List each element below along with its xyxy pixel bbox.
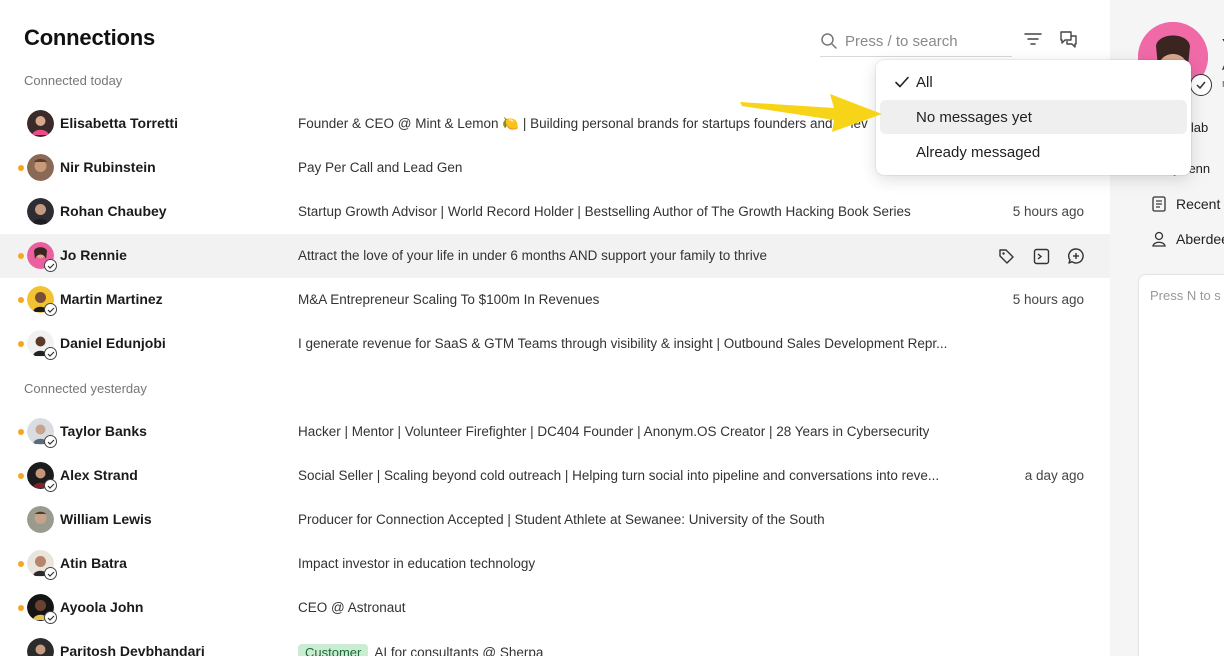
filter-option-label: No messages yet [916,108,1032,126]
connection-name: William Lewis [60,511,152,527]
avatar [27,550,57,580]
connection-headline: M&A Entrepreneur Scaling To $100m In Rev… [298,292,600,307]
connection-name: Atin Batra [60,555,127,571]
connection-headline: Attract the love of your life in under 6… [298,248,767,263]
connection-row[interactable]: Martin Martinez M&A Entrepreneur Scaling… [0,278,1110,322]
avatar [27,242,57,272]
connection-name: Martin Martinez [60,291,163,307]
unread-dot [18,165,24,171]
connection-time: 5 hours ago [1012,292,1084,307]
connection-row[interactable]: Ayoola John CEO @ Astronaut [0,586,1110,630]
filter-option-label: All [916,73,933,91]
filter-option-no-messages[interactable]: No messages yet [880,100,1187,134]
note-placeholder: Press N to s [1150,288,1221,303]
filter-option-label: Already messaged [916,143,1041,161]
connection-headline-text: AI for consultants @ Sherpa [374,645,544,656]
connection-name: Nir Rubinstein [60,159,156,175]
connection-name: Alex Strand [60,467,138,483]
conversations-icon[interactable] [1058,29,1078,49]
avatar [27,506,54,533]
check-icon [894,74,910,90]
annotation-arrow [740,94,882,132]
search-input[interactable] [845,32,1005,50]
avatar [27,330,57,360]
filter-option-already-messaged[interactable]: Already messaged [880,135,1187,169]
note-input[interactable]: Press N to s [1138,274,1224,656]
avatar [27,154,54,181]
unread-dot [18,253,24,259]
verified-check-icon [44,611,57,624]
filter-option-all[interactable]: All [880,65,1187,99]
unread-dot [18,561,24,567]
connection-name: Paritosh Devbhandari [60,643,205,656]
tag-icon[interactable] [996,246,1016,266]
unread-dot [18,605,24,611]
unread-dot [18,473,24,479]
connection-name: Rohan Chaubey [60,203,167,219]
avatar [27,418,57,448]
verified-check-icon [44,303,57,316]
filter-dropdown: All No messages yet Already messaged [876,60,1191,175]
unread-dot [18,429,24,435]
search-box[interactable] [820,26,1012,57]
connection-headline: Startup Growth Advisor | World Record Ho… [298,204,911,219]
connection-headline: Producer for Connection Accepted | Stude… [298,512,825,527]
profile-location: Aberdee [1176,231,1224,247]
connection-headline: Pay Per Call and Lead Gen [298,160,463,175]
avatar [27,462,57,492]
connection-name: Taylor Banks [60,423,147,439]
connection-row[interactable]: Taylor Banks Hacker | Mentor | Volunteer… [0,410,1110,454]
row-actions [996,246,1086,266]
page-title: Connections [24,25,156,50]
connection-headline: CEO @ Astronaut [298,600,406,615]
connection-row[interactable]: Alex Strand Social Seller | Scaling beyo… [0,454,1110,498]
verified-check-icon [44,479,57,492]
terminal-icon[interactable] [1031,246,1051,266]
connection-row[interactable]: Paritosh Devbhandari Customer AI for cons… [0,630,1110,656]
connection-name: Ayoola John [60,599,144,615]
avatar [27,110,54,137]
avatar [27,286,57,316]
connection-headline: Customer AI for consultants @ Sherpa [298,644,543,656]
unread-dot [18,297,24,303]
avatar [27,198,54,225]
profile-recent: Recent [1176,196,1221,212]
connection-row[interactable]: Rohan Chaubey Startup Growth Advisor | W… [0,190,1110,234]
connection-headline: Social Seller | Scaling beyond cold outr… [298,468,940,483]
recent-activity-icon [1150,195,1168,213]
connection-headline: Impact investor in education technology [298,556,536,571]
section-connected-yesterday: Connected yesterday [24,381,147,396]
connection-row[interactable]: Daniel Edunjobi I generate revenue for S… [0,322,1110,366]
connection-headline: I generate revenue for SaaS & GTM Teams … [298,336,948,351]
filter-icon[interactable] [1023,29,1043,49]
avatar [27,638,54,656]
connection-name: Elisabetta Torretti [60,115,178,131]
connection-time: 5 hours ago [1012,204,1084,219]
verified-check-icon [44,347,57,360]
customer-tag[interactable]: Customer [298,644,369,656]
verified-check-icon [44,567,57,580]
verified-check-icon [1190,74,1212,96]
connection-headline: Hacker | Mentor | Volunteer Firefighter … [298,424,930,439]
connection-time: a day ago [1024,468,1084,483]
search-icon [820,32,838,50]
verified-check-icon [44,435,57,448]
connection-row[interactable]: Atin Batra Impact investor in education … [0,542,1110,586]
connection-row[interactable]: Jo Rennie Attract the love of your life … [0,234,1110,278]
avatar [27,594,57,624]
new-message-icon[interactable] [1066,246,1086,266]
connection-name: Jo Rennie [60,247,127,263]
connection-row[interactable]: William Lewis Producer for Connection Ac… [0,498,1110,542]
location-icon [1150,230,1168,248]
section-connected-today: Connected today [24,73,123,88]
connection-name: Daniel Edunjobi [60,335,166,351]
verified-check-icon [44,259,57,272]
unread-dot [18,341,24,347]
